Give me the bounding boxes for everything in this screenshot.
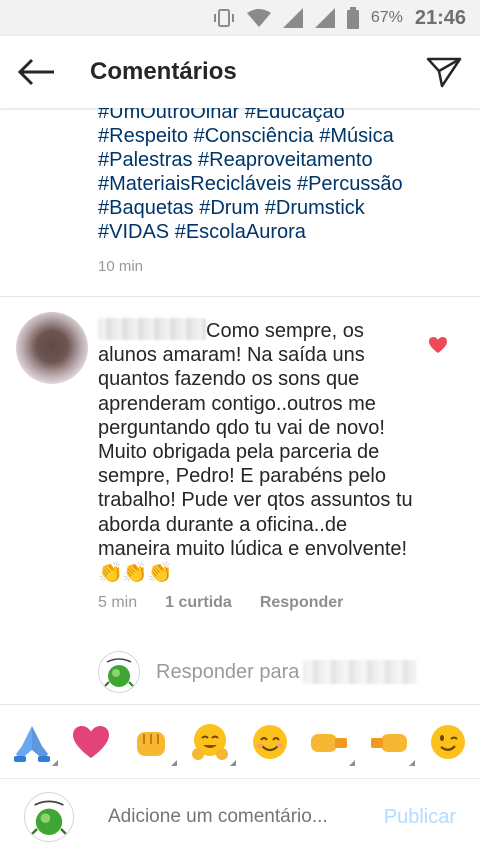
- divider: [0, 778, 480, 779]
- vibrate-icon: [213, 7, 235, 29]
- recycle-globe-logo-icon: [104, 658, 134, 687]
- variant-indicator: [51, 760, 58, 766]
- caption-timestamp: 10 min: [98, 258, 144, 275]
- variant-indicator: [349, 760, 356, 766]
- send-button[interactable]: [408, 36, 480, 108]
- comment-composer: Publicar: [0, 780, 480, 854]
- variant-indicator: [170, 760, 177, 766]
- comment-message: Como sempre, os alunos amaram! Na saída …: [98, 320, 413, 585]
- divider: [0, 296, 480, 297]
- hashtag-line[interactable]: #Respeito #Consciência #Música: [98, 124, 458, 148]
- battery-icon: [346, 7, 359, 29]
- emoji-quick-bar: [0, 706, 480, 778]
- clock: 21:46: [414, 6, 466, 29]
- emoji-left-fist-button[interactable]: [303, 716, 356, 768]
- user-avatar: [24, 792, 74, 842]
- reply-placeholder: Responder para: [156, 660, 300, 683]
- back-button[interactable]: [0, 36, 72, 108]
- page-title: Comentários: [90, 58, 237, 85]
- emoji-fist-button[interactable]: [125, 716, 177, 768]
- likes-count[interactable]: 1 curtida: [165, 594, 232, 612]
- comment-text: Como sempre, os alunos amaram! Na saída …: [98, 318, 418, 585]
- signal-icon: [282, 8, 303, 28]
- reply-row[interactable]: Responder para: [98, 650, 458, 694]
- emoji-right-fist-button[interactable]: [363, 716, 415, 768]
- signal-icon: [314, 8, 335, 28]
- publish-button[interactable]: Publicar: [384, 806, 456, 829]
- user-avatar: [98, 651, 140, 693]
- comment-meta: 5 min 1 curtida Responder: [98, 594, 371, 612]
- emoji-hug-button[interactable]: [184, 716, 237, 768]
- hashtag-line[interactable]: #Palestras #Reaproveitamento: [98, 148, 458, 172]
- arrow-left-icon: [17, 58, 54, 86]
- commenter-avatar[interactable]: [16, 312, 88, 384]
- emoji-wink-button[interactable]: [422, 716, 474, 768]
- hashtag-line[interactable]: #MateriaisRecicláveis #Percussão: [98, 172, 458, 196]
- post-caption: #UmOutroOlhar #Educação #Respeito #Consc…: [98, 100, 458, 244]
- emoji-smile-button[interactable]: [244, 716, 296, 768]
- commenter-username-blurred[interactable]: [98, 318, 206, 340]
- hashtag-line[interactable]: #VIDAS #EscolaAurora: [98, 220, 458, 244]
- hashtag-line[interactable]: #Baquetas #Drum #Drumstick: [98, 196, 458, 220]
- wifi-icon: [246, 8, 271, 28]
- divider: [0, 704, 480, 705]
- reply-username-blurred: [303, 660, 418, 684]
- variant-indicator: [230, 760, 237, 766]
- paper-plane-icon: [426, 57, 462, 88]
- comment-input[interactable]: [108, 806, 384, 828]
- heart-icon: [429, 337, 447, 353]
- emoji-pray-button[interactable]: [6, 716, 58, 768]
- battery-percent: 67%: [370, 9, 403, 26]
- app-bar: Comentários: [0, 36, 480, 108]
- like-comment-button[interactable]: [428, 336, 448, 354]
- recycle-globe-logo-icon: [31, 800, 67, 835]
- reply-button[interactable]: Responder: [260, 594, 344, 612]
- status-bar: 67% 21:46: [0, 0, 480, 36]
- comment-timestamp: 5 min: [98, 594, 138, 611]
- variant-indicator: [408, 760, 415, 766]
- emoji-heart-button[interactable]: [65, 716, 117, 768]
